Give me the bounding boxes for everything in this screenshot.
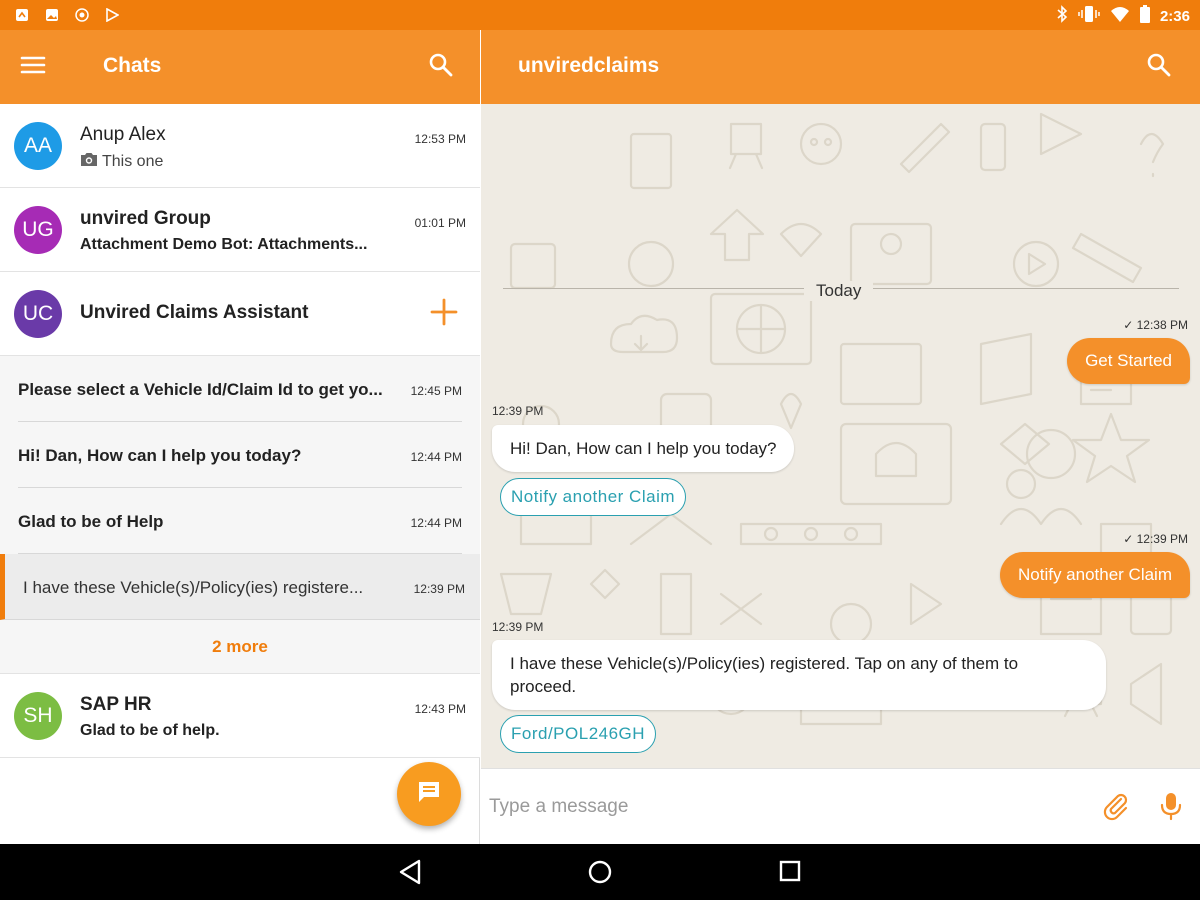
conversation-time: 12:44 PM	[410, 450, 462, 464]
chats-header: Chats	[0, 30, 480, 104]
conversation-title: unviredclaims	[518, 54, 660, 77]
clock: 2:36	[1159, 8, 1190, 25]
incoming-message: Hi! Dan, How can I help you today?	[492, 425, 795, 472]
chat-name: Unvired Claims Assistant	[80, 302, 309, 323]
conversation-item[interactable]: Please select a Vehicle Id/Claim Id to g…	[18, 356, 462, 422]
chat-list: AA Anup Alex This one 12:53 PM UG unvire…	[0, 104, 480, 758]
avatar: SH	[14, 692, 62, 740]
camera-icon	[80, 152, 98, 172]
conversation-text: Glad to be of Help	[18, 512, 164, 531]
battery-icon	[1139, 5, 1150, 28]
quick-reply-chip[interactable]: Notify another Claim	[500, 478, 687, 516]
microphone-icon[interactable]	[1159, 791, 1185, 823]
avatar: AA	[14, 122, 62, 170]
navigation-bar	[0, 844, 1200, 900]
search-icon[interactable]	[428, 52, 458, 82]
message-meta: 12:39 PM	[492, 404, 544, 418]
conversation-text: Please select a Vehicle Id/Claim Id to g…	[18, 380, 383, 399]
conversation-time: 12:39 PM	[413, 582, 465, 596]
chat-preview-text: This one	[102, 153, 164, 170]
conversation-text: I have these Vehicle(s)/Policy(ies) regi…	[23, 578, 364, 597]
plus-icon[interactable]	[430, 298, 460, 328]
show-more-link[interactable]: 2 more	[0, 620, 480, 674]
message-input[interactable]	[489, 789, 1069, 825]
compose-bar	[481, 768, 1200, 844]
wifi-icon	[1110, 5, 1130, 28]
chat-name: SAP HR	[80, 694, 152, 715]
chat-name: Anup Alex	[80, 124, 166, 145]
vibrate-icon	[1078, 5, 1100, 28]
status-bar: 2:36	[0, 0, 1200, 30]
outgoing-message: Get Started	[1067, 338, 1190, 384]
avatar: UG	[14, 206, 62, 254]
search-icon[interactable]	[1146, 52, 1176, 82]
chat-item-sap-hr[interactable]: SH SAP HR Glad to be of help. 12:43 PM	[0, 674, 480, 758]
avatar: UC	[14, 290, 62, 338]
new-chat-button[interactable]	[397, 762, 461, 826]
chat-item-claims-assistant[interactable]: UC Unvired Claims Assistant	[0, 272, 480, 356]
chat-item-unvired-group[interactable]: UG unvired Group Attachment Demo Bot: At…	[0, 188, 480, 272]
chat-time: 12:43 PM	[414, 702, 466, 716]
camera-icon	[74, 7, 90, 23]
play-store-icon	[104, 7, 120, 23]
message-icon	[416, 779, 442, 810]
chat-preview: Attachment Demo Bot: Attachments...	[80, 236, 368, 253]
chat-preview: Glad to be of help.	[80, 722, 220, 739]
outgoing-message: Notify another Claim	[999, 552, 1190, 598]
conversation-panel: unviredclaims Today ✓ 12:38 PM Get Start…	[481, 30, 1200, 844]
message-meta: ✓ 12:39 PM	[1123, 532, 1188, 546]
conversation-sublist: Please select a Vehicle Id/Claim Id to g…	[0, 356, 480, 674]
recent-apps-icon[interactable]	[777, 858, 805, 886]
home-icon[interactable]	[586, 858, 614, 886]
back-icon[interactable]	[397, 858, 425, 886]
quick-reply-chip[interactable]: Ford/POL246GH	[500, 715, 657, 753]
chat-preview: This one	[80, 152, 163, 172]
conversation-item-selected[interactable]: I have these Vehicle(s)/Policy(ies) regi…	[0, 554, 480, 620]
conversation-item[interactable]: Hi! Dan, How can I help you today? 12:44…	[18, 422, 462, 488]
image-icon	[44, 7, 60, 23]
chats-title: Chats	[103, 54, 162, 77]
chat-item-anup-alex[interactable]: AA Anup Alex This one 12:53 PM	[0, 104, 480, 188]
menu-icon[interactable]	[20, 54, 48, 80]
notification-icon	[14, 7, 30, 23]
conversation-item[interactable]: Glad to be of Help 12:44 PM	[18, 488, 462, 554]
day-label: Today	[804, 281, 874, 301]
chat-time: 12:53 PM	[414, 132, 466, 146]
message-meta: 12:39 PM	[492, 620, 544, 634]
conversation-time: 12:45 PM	[410, 384, 462, 398]
chat-name: unvired Group	[80, 208, 211, 229]
conversation-time: 12:44 PM	[410, 516, 462, 530]
conversation-header: unviredclaims	[481, 30, 1200, 104]
chat-list-panel: Chats AA Anup Alex This one 12:53 PM UG …	[0, 30, 480, 844]
message-meta: ✓ 12:38 PM	[1123, 318, 1188, 332]
paperclip-icon[interactable]	[1101, 791, 1133, 823]
bluetooth-icon	[1056, 5, 1068, 28]
conversation-text: Hi! Dan, How can I help you today?	[18, 446, 302, 465]
incoming-message: I have these Vehicle(s)/Policy(ies) regi…	[492, 640, 1106, 710]
chat-time: 01:01 PM	[414, 216, 466, 230]
